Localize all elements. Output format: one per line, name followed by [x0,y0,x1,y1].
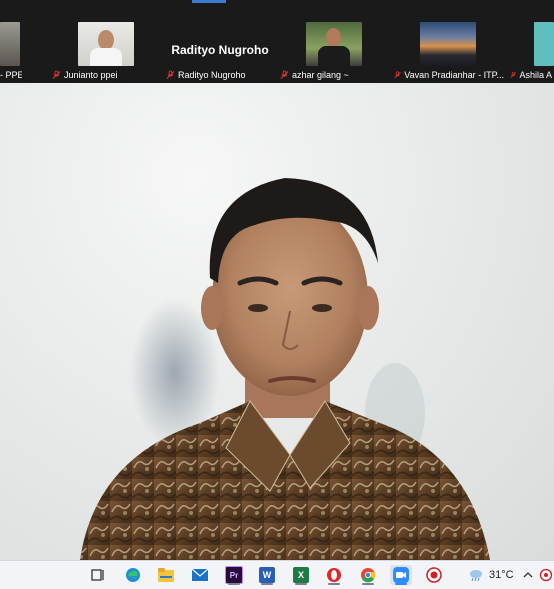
participant-name-label: Radityo Nugroho [166,69,276,81]
task-view-icon[interactable] [88,565,108,585]
participant-video [420,22,476,66]
participant-name-label: azhar gilang ~ [280,69,388,81]
participant-name: Junianto ppei [64,70,118,80]
mic-muted-icon [280,70,289,79]
mic-muted-icon [166,70,175,79]
windows-taskbar: Pr W X 31°C [0,560,554,589]
participant-tile[interactable]: Junianto ppei [48,17,158,83]
premiere-pro-icon[interactable]: Pr [224,565,244,585]
tray-app-icon[interactable] [536,565,554,585]
mic-muted-icon [510,71,517,78]
excel-icon[interactable]: X [291,565,311,585]
participant-display-name: Radityo Nugroho [171,43,269,57]
mail-icon[interactable] [190,565,210,585]
weather-icon[interactable] [466,565,486,585]
participant-video [534,22,554,66]
participant-tile[interactable]: Ashila A [506,17,554,83]
participant-video [78,22,134,66]
participant-tile[interactable]: azhar gilang ~ [276,17,390,83]
participant-tile[interactable]: Vavan Pradianhar - ITP... [390,17,506,83]
participant-name: Vavan Pradianhar - ITP... [404,70,504,80]
participant-name: Ashila A [519,70,552,80]
participant-strip: - PPEI Junianto ppei Radityo Nugroho R [0,0,554,83]
mic-muted-icon [52,70,61,79]
participant-tile[interactable]: - PPEI [0,17,24,83]
mic-muted-icon [394,71,401,79]
participant-video [0,22,20,66]
participant-name-label: Junianto ppei [52,69,156,81]
participant-name: azhar gilang ~ [292,70,349,80]
active-speaker-video[interactable] [0,83,554,560]
participant-name-label: - PPEI [0,69,22,81]
temperature-label[interactable]: 31°C [489,569,514,581]
scroll-indicator[interactable] [192,0,226,3]
participant-video [306,22,362,66]
word-icon[interactable]: W [257,565,277,585]
speaker-video-frame [80,178,490,560]
chevron-up-icon[interactable] [518,565,538,585]
opera-icon[interactable] [324,565,344,585]
screen-recorder-icon[interactable] [424,565,444,585]
edge-icon[interactable] [123,565,143,585]
participant-tile[interactable]: Radityo Nugroho Radityo Nugroho [162,17,278,83]
participant-name-label: Vavan Pradianhar - ITP... [394,69,504,81]
zoom-icon[interactable] [390,565,412,585]
file-explorer-icon[interactable] [156,565,176,585]
participant-name: - PPEI [0,70,22,80]
chrome-icon[interactable] [358,565,378,585]
participant-name-label: Ashila A [510,69,552,81]
participant-name: Radityo Nugroho [178,70,246,80]
